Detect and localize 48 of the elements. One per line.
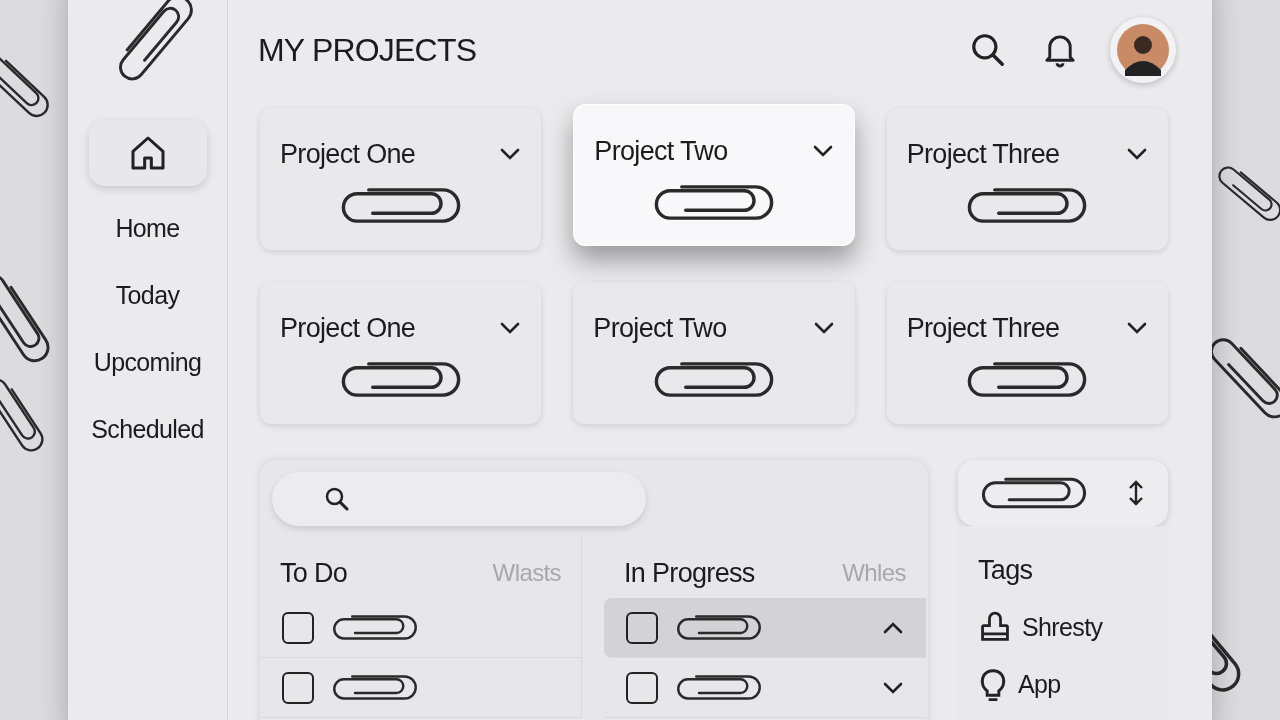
checkbox[interactable] bbox=[282, 671, 314, 704]
project-title: Project One bbox=[280, 312, 416, 345]
sidebar-item[interactable]: Today bbox=[115, 283, 180, 308]
project-title: Project Three bbox=[906, 138, 1060, 171]
tag-item[interactable]: Shresty bbox=[978, 608, 1168, 646]
sort-button[interactable] bbox=[958, 460, 1168, 526]
chevron-down-icon[interactable] bbox=[882, 680, 904, 695]
chevron-down-icon[interactable] bbox=[499, 147, 522, 162]
project-card[interactable]: Project Two bbox=[573, 104, 855, 246]
paperclip-icon bbox=[330, 673, 420, 702]
project-card[interactable]: Project Two bbox=[573, 282, 855, 424]
up-down-arrow-icon bbox=[1126, 478, 1146, 508]
column-note: Wlasts bbox=[492, 558, 561, 588]
column-note: Whles bbox=[842, 558, 906, 588]
column-title: To Do bbox=[280, 556, 348, 590]
project-title: Project One bbox=[280, 138, 416, 171]
tag-item[interactable]: App bbox=[978, 666, 1168, 704]
project-title: Project Two bbox=[593, 312, 727, 345]
project-card[interactable]: Project One bbox=[260, 108, 542, 250]
avatar[interactable] bbox=[1110, 17, 1176, 83]
paperclip-icon bbox=[674, 613, 764, 642]
chevron-down-icon[interactable] bbox=[499, 321, 522, 336]
search-field[interactable] bbox=[272, 472, 646, 526]
checkbox[interactable] bbox=[626, 671, 658, 704]
chevron-down-icon[interactable] bbox=[812, 321, 835, 336]
chevron-down-icon[interactable] bbox=[1126, 321, 1148, 336]
page-title: MY PROJECTS bbox=[258, 31, 478, 70]
checkbox[interactable] bbox=[626, 611, 658, 644]
paperclip-icon bbox=[674, 673, 764, 702]
paperclip-icon bbox=[330, 613, 420, 642]
checkbox[interactable] bbox=[282, 611, 314, 644]
lightbulb-icon bbox=[978, 666, 1008, 704]
column-title: In Progress bbox=[624, 556, 755, 590]
chevron-up-icon[interactable] bbox=[882, 620, 904, 635]
chevron-down-icon[interactable] bbox=[811, 144, 834, 159]
home-button[interactable] bbox=[88, 120, 207, 186]
sidebar-item[interactable]: Scheduled bbox=[91, 417, 204, 442]
project-card[interactable]: Project One bbox=[260, 282, 542, 424]
project-title: Project Two bbox=[594, 135, 728, 168]
project-card[interactable]: Project Three bbox=[886, 108, 1168, 250]
project-card[interactable]: Project Three bbox=[886, 282, 1168, 424]
sidebar-item[interactable]: Home bbox=[115, 216, 180, 241]
task-row[interactable] bbox=[604, 598, 926, 658]
chevron-down-icon[interactable] bbox=[1126, 147, 1148, 162]
project-title: Project Three bbox=[906, 312, 1060, 345]
person-silhouette-icon bbox=[1117, 24, 1169, 76]
sidebar-item[interactable]: Upcoming bbox=[93, 350, 202, 375]
tags-heading: Tags bbox=[978, 554, 1034, 587]
